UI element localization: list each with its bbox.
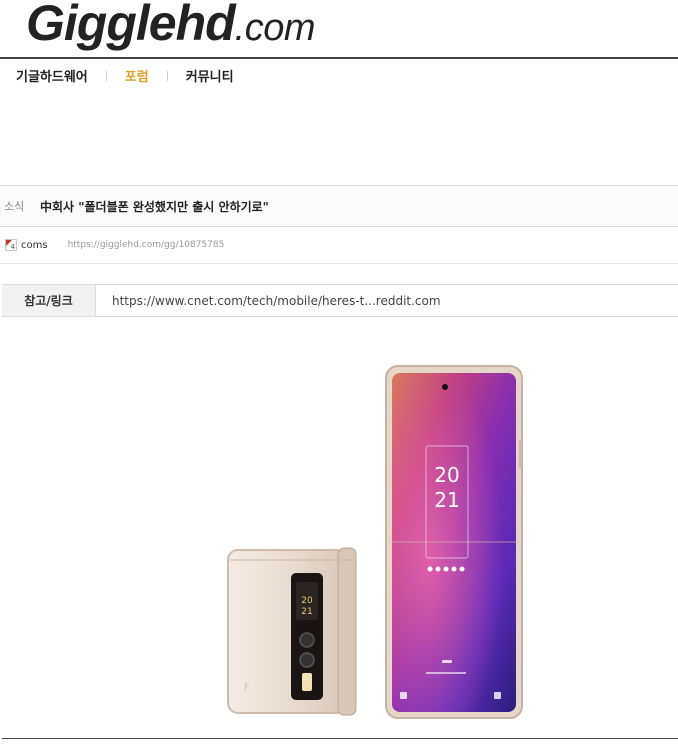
post-meta: 4 coms https://gigglehd.com/gg/10875785 <box>0 227 678 264</box>
post-title-bar: 소식 中회사 "폴더블폰 완성했지만 출시 안하기로" <box>0 185 678 227</box>
reference-label: 참고/링크 <box>2 285 96 316</box>
nav-separator <box>166 70 168 81</box>
cover-clock-hour: 20 <box>301 596 313 606</box>
site-logo[interactable]: Gigglehd .com <box>26 0 316 52</box>
content-divider <box>2 738 678 739</box>
nav-item-forum[interactable]: 포럼 <box>125 66 149 85</box>
open-phone: 20 21 <box>385 365 523 719</box>
post-category[interactable]: 소식 <box>4 198 40 214</box>
screen-clock-minute: 21 <box>434 488 459 512</box>
brand-mark: F <box>244 683 249 693</box>
nav-item-gigglehardware[interactable]: 기글하드웨어 <box>16 66 88 85</box>
closed-phone: 20 21 F <box>227 547 357 716</box>
folding-phone-image: 20 21 F 20 21 <box>218 360 528 722</box>
main-nav: 기글하드웨어 포럼 커뮤니티 <box>16 66 234 85</box>
reference-link[interactable]: https://www.cnet.com/tech/mobile/heres-t… <box>96 285 441 316</box>
logo-main-text: Gigglehd <box>26 0 236 51</box>
reference-row: 참고/링크 https://www.cnet.com/tech/mobile/h… <box>2 284 678 317</box>
member-level-icon: 4 <box>5 239 17 251</box>
cover-clock-minute: 21 <box>301 607 312 617</box>
ad-space <box>0 96 678 184</box>
nav-separator <box>105 70 107 81</box>
logo-suffix-text: .com <box>234 7 316 49</box>
nav-item-community[interactable]: 커뮤니티 <box>186 66 234 85</box>
post-permalink[interactable]: https://gigglehd.com/gg/10875785 <box>68 240 225 250</box>
post-title: 中회사 "폴더블폰 완성했지만 출시 안하기로" <box>40 199 269 214</box>
author-name[interactable]: coms <box>21 240 48 251</box>
header-divider <box>0 57 678 59</box>
screen-clock-hour: 20 <box>434 463 459 487</box>
